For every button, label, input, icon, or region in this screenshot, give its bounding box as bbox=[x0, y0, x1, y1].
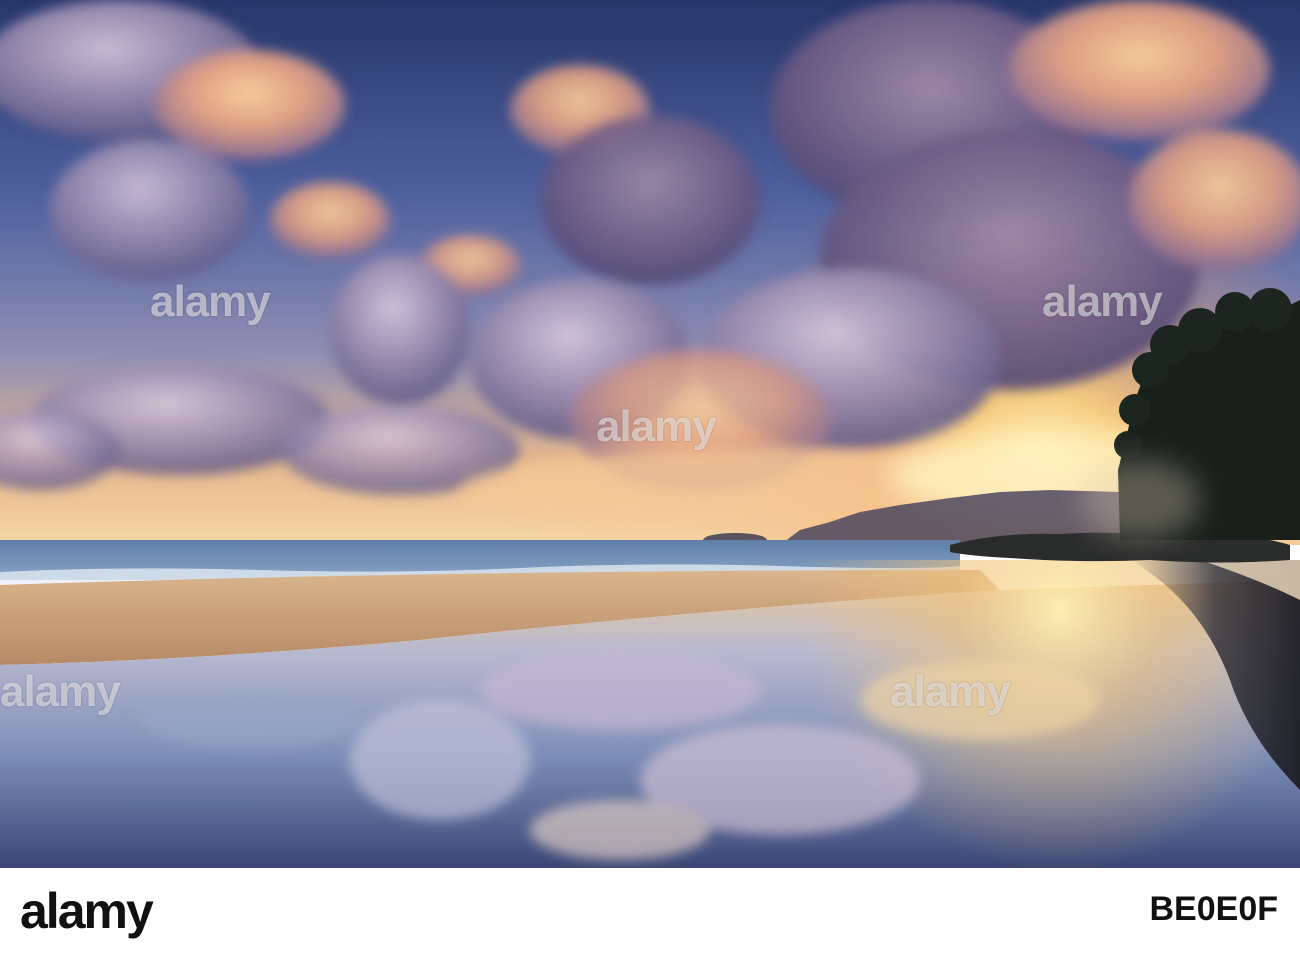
watermark-text: alamy bbox=[596, 402, 717, 451]
watermark-text: alamy bbox=[890, 667, 1011, 716]
beach-sunset-photo: alamy alamy alamy alamy alamy bbox=[0, 0, 1300, 868]
watermark-text: alamy bbox=[150, 277, 271, 326]
watermark-text: alamy bbox=[1042, 277, 1163, 326]
image-id: BE0E0F bbox=[1149, 890, 1279, 928]
watermark-text: alamy bbox=[0, 667, 121, 716]
mist bbox=[1080, 460, 1200, 540]
footer-bar: alamy BE0E0F bbox=[0, 868, 1300, 956]
alamy-logo: alamy bbox=[20, 883, 154, 939]
